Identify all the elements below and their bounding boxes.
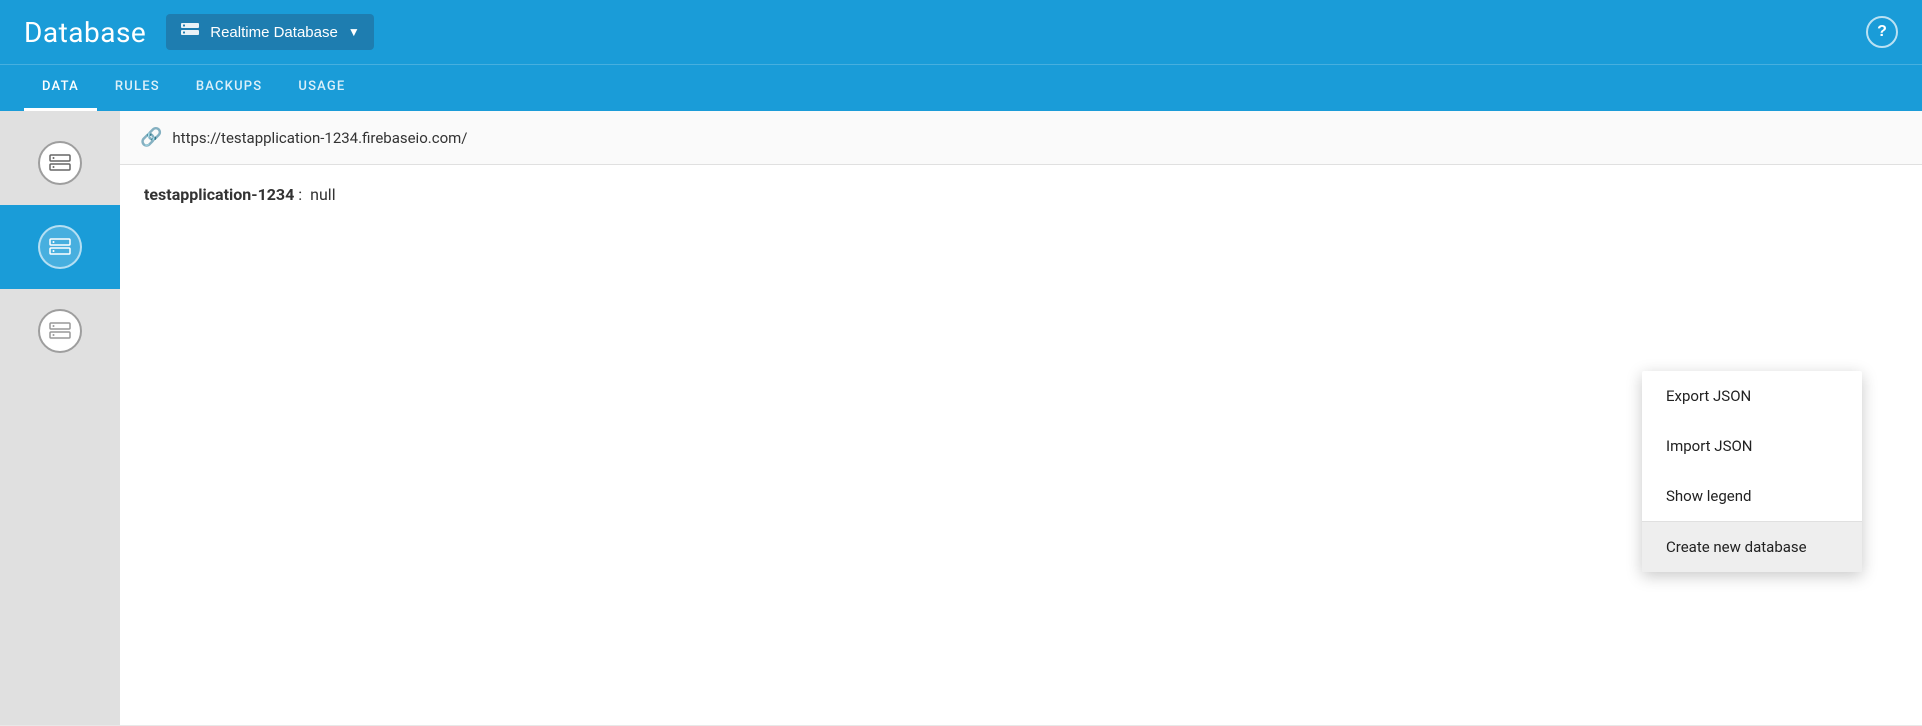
tab-data[interactable]: DATA bbox=[24, 65, 97, 111]
sidebar-item-2[interactable] bbox=[0, 205, 120, 289]
dropdown-item-create-new-database[interactable]: Create new database bbox=[1642, 522, 1862, 572]
nav-tabs: DATA RULES BACKUPS USAGE bbox=[0, 64, 1922, 111]
chevron-down-icon: ▼ bbox=[348, 25, 360, 39]
link-icon: 🔗 bbox=[140, 127, 162, 148]
tab-backups[interactable]: BACKUPS bbox=[178, 65, 281, 111]
sidebar-icon-1 bbox=[38, 141, 82, 185]
tab-usage[interactable]: USAGE bbox=[280, 65, 363, 111]
data-value: null bbox=[310, 185, 335, 204]
dropdown-item-show-legend[interactable]: Show legend bbox=[1642, 471, 1862, 521]
sidebar-icon-2 bbox=[38, 225, 82, 269]
sidebar bbox=[0, 111, 120, 725]
app-header: Database Realtime Database ▼ ? bbox=[0, 0, 1922, 64]
data-row: testapplication-1234 : null bbox=[120, 165, 1922, 224]
dropdown-menu: Export JSON Import JSON Show legend Crea… bbox=[1642, 371, 1862, 572]
tab-rules[interactable]: RULES bbox=[97, 65, 178, 111]
help-button[interactable]: ? bbox=[1866, 16, 1898, 48]
database-selector[interactable]: Realtime Database ▼ bbox=[166, 14, 373, 50]
dropdown-item-export-json[interactable]: Export JSON bbox=[1642, 371, 1862, 421]
sidebar-icon-3 bbox=[38, 309, 82, 353]
url-bar: 🔗 https://testapplication-1234.firebasei… bbox=[120, 111, 1922, 165]
header-left: Database Realtime Database ▼ bbox=[24, 14, 374, 50]
sidebar-item-1[interactable] bbox=[0, 121, 120, 205]
data-key: testapplication-1234 bbox=[144, 185, 294, 204]
sidebar-item-3[interactable] bbox=[0, 289, 120, 373]
data-colon: : bbox=[298, 185, 306, 204]
database-selector-icon bbox=[180, 22, 200, 42]
database-url: https://testapplication-1234.firebaseio.… bbox=[172, 129, 467, 147]
main-content: 🔗 https://testapplication-1234.firebasei… bbox=[0, 111, 1922, 725]
database-selector-label: Realtime Database bbox=[210, 24, 338, 41]
dropdown-item-import-json[interactable]: Import JSON bbox=[1642, 421, 1862, 471]
page-title: Database bbox=[24, 16, 146, 49]
